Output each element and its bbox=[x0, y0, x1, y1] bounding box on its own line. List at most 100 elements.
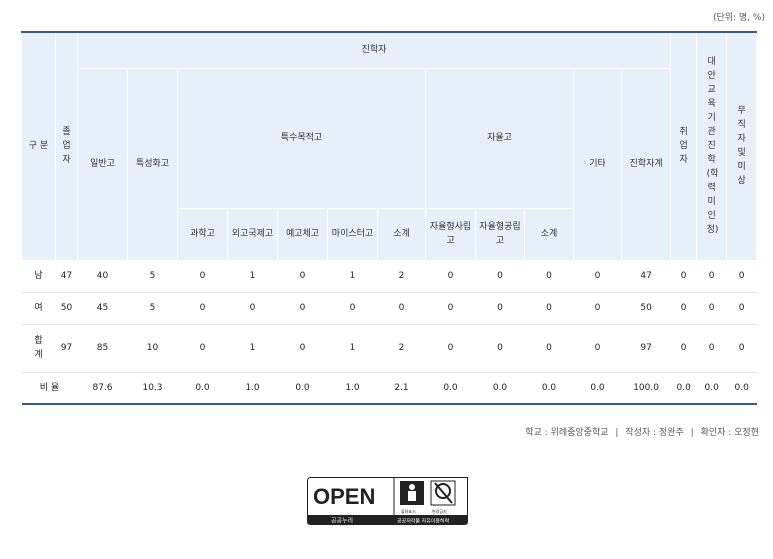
table-cell: 0.0 bbox=[670, 372, 697, 404]
table-cell: 0.0 bbox=[177, 372, 228, 404]
table-cell: 2.1 bbox=[377, 372, 426, 404]
open-logo-text: OPEN bbox=[313, 484, 375, 509]
footer-credits: 학교 : 위례중앙중학교 | 작성자 : 정완주 | 확인자 : 오정현 bbox=[525, 425, 759, 438]
footer-author: 작성자 : 정완주 bbox=[625, 428, 684, 438]
header-unemployed: 무직자및미상 bbox=[726, 31, 758, 261]
table-cell: 0 bbox=[327, 292, 378, 325]
table-cell: 0 bbox=[696, 292, 727, 325]
svg-text:출처표시: 출처표시 bbox=[401, 508, 416, 514]
table-cell: 1 bbox=[227, 260, 278, 293]
table-row: 합계 97 85 10 0 1 0 1 2 0 0 0 0 97 0 0 0 bbox=[21, 324, 757, 373]
open-logo-left-caption: 공공누리 bbox=[331, 517, 353, 525]
table-cell: 47 bbox=[55, 260, 78, 293]
table-cell: 0 bbox=[227, 292, 278, 325]
open-license-logo: OPEN 출처표시 변경금지 공공누리 공공저작물 자유이용허락 bbox=[307, 477, 468, 525]
table-cell: 2 bbox=[377, 324, 426, 373]
table-cell: 10 bbox=[127, 324, 178, 373]
table-cell: 0 bbox=[277, 292, 328, 325]
header-category: 구 분 bbox=[21, 31, 56, 261]
table-cell: 0 bbox=[277, 324, 328, 373]
ratio-label: 비 율 bbox=[21, 372, 78, 404]
table-cell: 0 bbox=[177, 324, 228, 373]
table-cell: 50 bbox=[55, 292, 78, 325]
header-specialized-high: 특성화고 bbox=[127, 67, 178, 261]
table-cell: 40 bbox=[77, 260, 128, 293]
table-cell: 50 bbox=[621, 292, 671, 325]
table-cell: 0 bbox=[726, 324, 757, 373]
table-cell: 0 bbox=[425, 260, 476, 293]
table-cell: 0 bbox=[573, 260, 622, 293]
table-cell: 0 bbox=[475, 324, 525, 373]
table-cell: 0.0 bbox=[573, 372, 622, 404]
table-cell: 87.6 bbox=[77, 372, 128, 404]
table-cell: 0 bbox=[573, 324, 622, 373]
footer-school: 학교 : 위례중앙중학교 bbox=[525, 428, 609, 438]
header-autonomous: 자율고 bbox=[425, 67, 574, 209]
header-advancement: 진학자 bbox=[76, 31, 672, 69]
header-other: 기타 bbox=[573, 67, 622, 261]
header-graduates: 졸업자 bbox=[55, 31, 78, 261]
table-cell: 85 bbox=[77, 324, 128, 373]
header-autonomous-public: 자율형공립고 bbox=[475, 207, 525, 261]
header-alt-edu: 대안교육기관진학(학력미인정) bbox=[696, 31, 728, 261]
table-cell: 2 bbox=[377, 260, 426, 293]
table-cell: 1.0 bbox=[227, 372, 278, 404]
table-cell: 5 bbox=[127, 260, 178, 293]
graduate-path-table: 구 분 졸업자 진학자 취업자 대안교육기관진학(학력미인정) 무직자및미상 일… bbox=[21, 31, 758, 405]
table-cell: 0 bbox=[177, 260, 228, 293]
header-science: 과학고 bbox=[177, 207, 228, 261]
header-advancement-total: 진학자계 bbox=[620, 67, 672, 261]
table-cell: 45 bbox=[77, 292, 128, 325]
table-cell: 0 bbox=[475, 292, 525, 325]
open-logo-right-caption: 공공저작물 자유이용허락 bbox=[397, 518, 450, 525]
header-arts-sports: 예고체고 bbox=[277, 207, 328, 261]
attribution-icon bbox=[400, 481, 424, 505]
table-cell: 0 bbox=[524, 292, 574, 325]
no-derivatives-icon bbox=[430, 480, 456, 506]
header-subtotal1: 소계 bbox=[377, 207, 426, 261]
footer-checker: 확인자 : 오정현 bbox=[700, 428, 759, 438]
header-special-purpose: 특수목적고 bbox=[177, 67, 426, 209]
table-cell: 0.0 bbox=[524, 372, 574, 404]
table-cell: 0 bbox=[524, 324, 574, 373]
table-cell: 0 bbox=[524, 260, 574, 293]
table-cell: 0.0 bbox=[726, 372, 757, 404]
table-cell: 0 bbox=[425, 292, 476, 325]
table-cell: 1 bbox=[327, 260, 378, 293]
table-cell: 0.0 bbox=[277, 372, 328, 404]
unit-note: (단위: 명, %) bbox=[712, 13, 765, 23]
header-general-high: 일반고 bbox=[77, 67, 128, 261]
table-cell: 0 bbox=[277, 260, 328, 293]
table-cell: 5 bbox=[127, 292, 178, 325]
table-cell: 0 bbox=[573, 292, 622, 325]
footer-sep-2: | bbox=[690, 428, 694, 438]
footer-sep-1: | bbox=[615, 428, 619, 438]
table-row: 남 47 40 5 0 1 0 1 2 0 0 0 0 47 0 0 0 bbox=[21, 260, 757, 293]
svg-text:변경금지: 변경금지 bbox=[432, 508, 447, 514]
table-cell: 0 bbox=[670, 260, 697, 293]
table-cell: 1.0 bbox=[327, 372, 378, 404]
table-cell: 0 bbox=[696, 260, 727, 293]
table-cell: 0 bbox=[726, 260, 757, 293]
table-cell: 47 bbox=[621, 260, 671, 293]
table-cell: 0 bbox=[377, 292, 426, 325]
row-label: 남 bbox=[21, 260, 56, 293]
header-employed: 취업자 bbox=[670, 31, 698, 261]
table-cell: 0 bbox=[670, 292, 697, 325]
header-autonomous-private: 자율형사립고 bbox=[425, 207, 476, 261]
table-cell: 0.0 bbox=[696, 372, 727, 404]
table-cell: 100.0 bbox=[621, 372, 671, 404]
table-cell: 0 bbox=[425, 324, 476, 373]
table-cell: 0.0 bbox=[425, 372, 476, 404]
table-cell: 0 bbox=[177, 292, 228, 325]
header-meister: 마이스터고 bbox=[327, 207, 378, 261]
row-label: 여 bbox=[21, 292, 56, 325]
table-cell: 0 bbox=[670, 324, 697, 373]
table-cell: 97 bbox=[55, 324, 78, 373]
table-cell: 97 bbox=[621, 324, 671, 373]
header-subtotal2: 소계 bbox=[524, 207, 574, 261]
row-label: 합계 bbox=[21, 324, 56, 373]
table-cell: 0 bbox=[726, 292, 757, 325]
table-cell: 0 bbox=[475, 260, 525, 293]
table-cell: 1 bbox=[327, 324, 378, 373]
